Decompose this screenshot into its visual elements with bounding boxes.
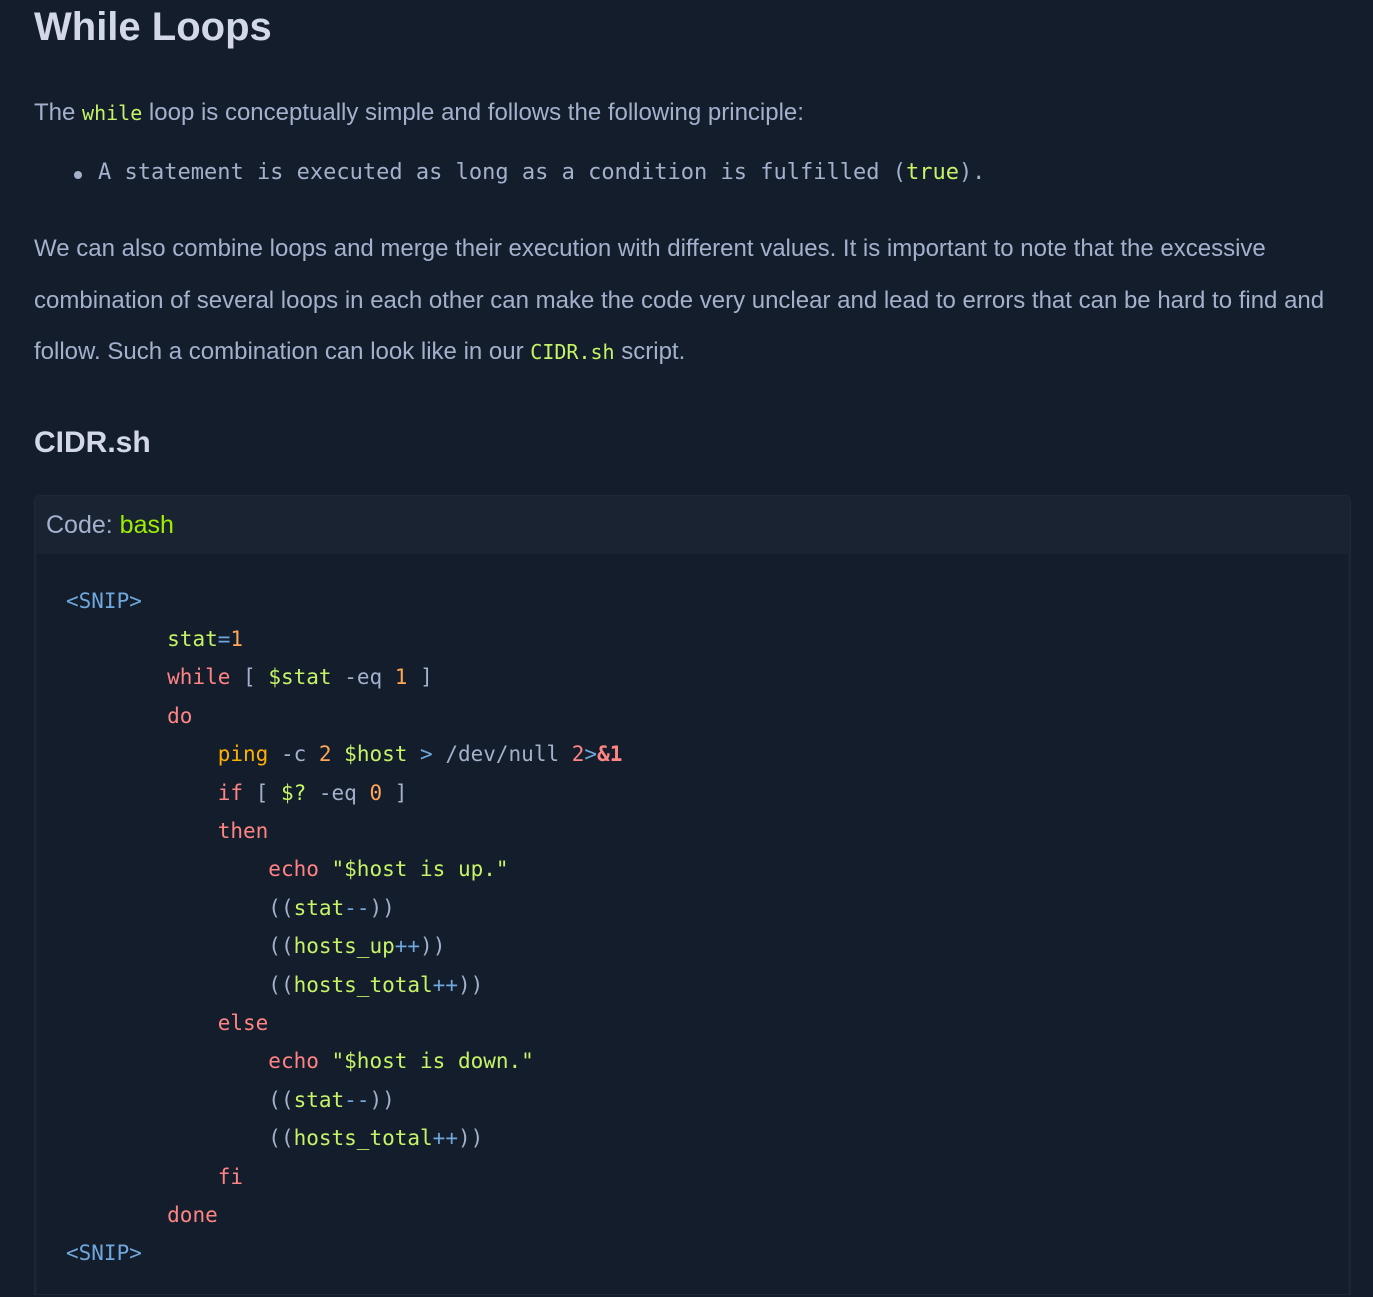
- code-token: 1: [230, 626, 244, 651]
- code-token: ping: [217, 742, 269, 767]
- intro-text-before: The: [34, 99, 83, 126]
- code-token: >: [407, 742, 446, 767]
- code-token: [: [243, 665, 269, 690]
- code-token: if: [217, 780, 244, 805]
- code-token: [: [243, 780, 281, 805]
- code-token: "$host is down.": [318, 1049, 534, 1074]
- code-snip-open: <SNIP>: [66, 588, 142, 613]
- code-token: "$host is up.": [318, 857, 509, 882]
- code-token: ]: [382, 780, 408, 805]
- intro-paragraph: The while loop is conceptually simple an…: [34, 95, 1353, 131]
- code-token: /dev/null: [445, 742, 572, 767]
- code-token: ++: [432, 972, 458, 997]
- code-token: hosts_total: [293, 972, 433, 997]
- code-token: )): [369, 895, 395, 920]
- code-token: ((: [268, 1126, 294, 1151]
- code-token: )): [420, 934, 446, 959]
- code-token: fi: [217, 1164, 244, 1189]
- paragraph-text-after: script.: [614, 338, 686, 365]
- code-token: stat: [293, 1087, 345, 1112]
- code-block-header: Code: bash: [35, 495, 1350, 554]
- code-token: 1: [394, 665, 408, 690]
- list-item: A statement is executed as long as a con…: [74, 153, 1353, 193]
- code-token: >: [584, 742, 598, 767]
- inline-code-while: while: [82, 101, 143, 125]
- code-listing[interactable]: <SNIP> stat=1 while [ $stat -eq 1 ] do p…: [66, 582, 1348, 1273]
- code-token: ++: [432, 1126, 458, 1151]
- code-snip-close: <SNIP>: [66, 1241, 142, 1266]
- section-heading-cidr: CIDR.sh: [34, 425, 151, 459]
- code-token: done: [167, 1203, 218, 1227]
- inline-code-true: true: [905, 160, 959, 185]
- code-token: ((: [268, 972, 294, 997]
- code-token: --: [344, 1087, 370, 1112]
- code-label: Code:: [46, 510, 120, 539]
- bullet-text-before: A statement is executed as long as a con…: [98, 160, 906, 185]
- code-token: echo: [268, 857, 319, 882]
- code-token: 2: [318, 742, 332, 767]
- code-language: bash: [119, 510, 174, 539]
- code-token: stat: [167, 626, 218, 651]
- code-token: -eq: [331, 665, 395, 690]
- code-token: )): [457, 1126, 484, 1151]
- code-token: -c: [268, 742, 319, 767]
- inline-code-cidr: CIDR.sh: [530, 340, 615, 364]
- code-token: )): [457, 972, 484, 997]
- code-token: )): [369, 1087, 395, 1112]
- code-token: ((: [268, 934, 294, 959]
- code-token: else: [217, 1010, 269, 1035]
- code-token: ]: [407, 665, 433, 690]
- principle-list: A statement is executed as long as a con…: [34, 153, 1353, 193]
- code-token: &1: [597, 742, 623, 767]
- code-token: --: [344, 895, 370, 920]
- code-token: do: [167, 703, 193, 728]
- code-token: ((: [268, 895, 294, 920]
- page-title: While Loops: [34, 5, 272, 49]
- code-token: ++: [394, 934, 421, 959]
- code-token: $host: [331, 742, 408, 767]
- code-token: echo: [268, 1049, 319, 1074]
- code-content[interactable]: <SNIP> stat=1 while [ $stat -eq 1 ] do p…: [37, 553, 1348, 1294]
- bullet-text-after: ).: [958, 160, 986, 185]
- code-token: 2: [571, 742, 585, 767]
- code-token: $?: [280, 780, 307, 805]
- code-token: hosts_up: [293, 934, 395, 959]
- combination-paragraph: We can also combine loops and merge thei…: [34, 223, 1353, 379]
- code-block: Code: bash <SNIP> stat=1 while [ $stat -…: [34, 494, 1351, 1295]
- code-token: =: [217, 626, 231, 651]
- intro-text-after: loop is conceptually simple and follows …: [142, 99, 804, 126]
- code-token: 0: [369, 780, 383, 805]
- code-token: while: [167, 665, 231, 690]
- code-token: then: [217, 818, 269, 843]
- code-token: stat: [293, 895, 345, 920]
- document-page: While Loops The while loop is conceptual…: [0, 0, 1373, 1297]
- code-token: -eq: [306, 780, 370, 805]
- code-token: ((: [268, 1087, 294, 1112]
- code-token: $stat: [268, 665, 332, 690]
- code-token: hosts_total: [293, 1126, 433, 1151]
